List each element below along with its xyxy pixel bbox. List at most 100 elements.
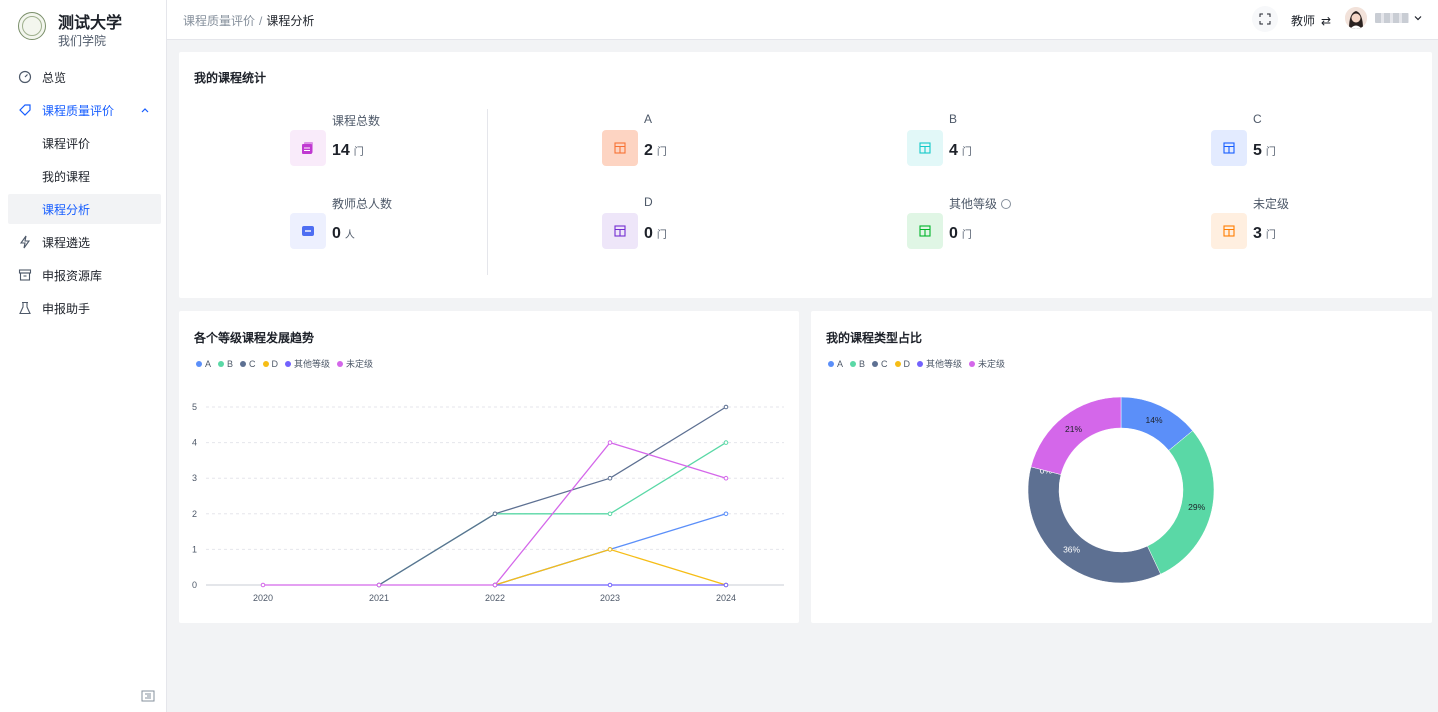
data-point[interactable] xyxy=(723,511,729,517)
y-tick-label: 1 xyxy=(192,544,197,554)
donut-slice[interactable] xyxy=(1030,396,1122,475)
stat-unit: 门 xyxy=(656,230,667,241)
data-point[interactable] xyxy=(723,440,729,445)
trend-chart-card: 各个等级课程发展趋势 A B C D 其他等级 未定级 0 1 2 3 4 5 2020 2021 202… xyxy=(179,311,799,623)
y-tick-label: 4 xyxy=(192,438,197,448)
sidebar-item-label: 申报助手 xyxy=(42,301,91,316)
stat-unit: 门 xyxy=(961,147,972,158)
sidebar-item-overview[interactable]: 总览 xyxy=(8,62,161,92)
data-point[interactable] xyxy=(260,582,266,588)
data-point[interactable] xyxy=(607,547,613,552)
sidebar-item-label: 课程评价 xyxy=(42,136,91,151)
slice-label: 14% xyxy=(1145,415,1162,425)
university-logo xyxy=(18,12,46,40)
sidebar-item-course-evaluation[interactable]: 课程评价 xyxy=(8,128,161,158)
fullscreen-icon xyxy=(1259,13,1271,25)
stack-icon xyxy=(290,130,326,166)
avatar[interactable] xyxy=(1345,7,1367,29)
stat-unit: 门 xyxy=(961,230,972,241)
sidebar-item-label: 我的课程 xyxy=(42,169,91,184)
series-line-2 xyxy=(378,406,727,586)
stat-value: 2门 xyxy=(644,142,667,159)
table-icon xyxy=(1211,130,1247,166)
sidebar-item-label: 课程分析 xyxy=(42,202,91,217)
sidebar-item-course-selection[interactable]: 课程遴选 xyxy=(8,227,161,257)
sidebar-item-course-analysis[interactable]: 课程分析 xyxy=(8,194,161,224)
stat-unit: 人 xyxy=(344,230,355,241)
archive-icon xyxy=(18,269,32,281)
table-icon xyxy=(1211,213,1247,249)
divider xyxy=(487,109,488,275)
collapse-menu-icon[interactable] xyxy=(140,688,156,704)
stat-value: 0人 xyxy=(332,225,355,242)
sidebar-item-resource-library[interactable]: 申报资源库 xyxy=(8,260,161,290)
college-name: 我们学院 xyxy=(58,34,107,48)
y-tick-label: 2 xyxy=(192,509,197,519)
fullscreen-button[interactable] xyxy=(1252,6,1278,32)
course-type-donut-chart: 14%29%36%0%21% xyxy=(1027,396,1215,584)
y-tick-label: 3 xyxy=(192,473,197,483)
card-icon xyxy=(290,213,326,249)
sidebar-item-label: 总览 xyxy=(42,70,67,85)
card-title: 我的课程统计 xyxy=(194,71,267,85)
sidebar-item-course-quality[interactable]: 课程质量评价 xyxy=(8,95,161,125)
dashboard-icon xyxy=(18,70,32,84)
table-icon xyxy=(907,130,943,166)
stat-unit: 门 xyxy=(1265,230,1276,241)
x-tick-label: 2021 xyxy=(369,593,389,603)
stat-label: C xyxy=(1253,112,1262,126)
breadcrumb: 课程质量评价 / 课程分析 xyxy=(183,12,314,29)
data-point[interactable] xyxy=(376,582,382,588)
stat-value: 4门 xyxy=(949,142,972,159)
stat-label: A xyxy=(644,112,653,126)
stat-label: D xyxy=(644,195,653,209)
data-point[interactable] xyxy=(723,475,729,481)
sidebar: 测试大学 我们学院 总览 课程质量评价 课程评价 我的课程 课程分析 课程遴选 … xyxy=(0,0,167,712)
stat-label: 课程总数 xyxy=(332,114,381,128)
sidebar-item-my-courses[interactable]: 我的课程 xyxy=(8,161,161,191)
stat-label: 其他等级 xyxy=(949,195,1012,212)
sidebar-item-application-assistant[interactable]: 申报助手 xyxy=(8,293,161,323)
stat-value: 5门 xyxy=(1253,142,1276,159)
sidebar-item-label: 课程质量评价 xyxy=(42,103,115,118)
slice-label: 29% xyxy=(1188,502,1205,512)
y-tick-label: 0 xyxy=(192,580,197,590)
data-point[interactable] xyxy=(607,440,613,445)
table-icon xyxy=(602,213,638,249)
breadcrumb-separator: / xyxy=(259,14,263,28)
x-tick-label: 2023 xyxy=(600,593,620,603)
breadcrumb-current: 课程分析 xyxy=(266,14,315,28)
experiment-icon xyxy=(19,301,31,315)
data-point[interactable] xyxy=(492,511,498,517)
chevron-down-icon[interactable] xyxy=(1413,13,1423,23)
donut-slice[interactable] xyxy=(1027,466,1161,584)
stat-label: 教师总人数 xyxy=(332,197,393,211)
course-stats-card: 我的课程统计 课程总数 14 门 A 2 门 B 4 门 C 5 门教师总人数 0 人 D 0 门 其他等级 0 门 未… xyxy=(179,52,1432,298)
data-point[interactable] xyxy=(723,404,729,410)
stat-unit: 门 xyxy=(656,147,667,158)
user-name-blurred[interactable] xyxy=(1375,13,1409,23)
stat-label: B xyxy=(949,112,958,126)
switch-icon: ⇄ xyxy=(1321,13,1332,28)
stat-unit: 门 xyxy=(1265,147,1276,158)
stat-value: 3门 xyxy=(1253,225,1276,242)
slice-label: 36% xyxy=(1063,545,1080,555)
sidebar-item-label: 申报资源库 xyxy=(42,268,103,283)
slice-label: 21% xyxy=(1065,424,1082,434)
data-point[interactable] xyxy=(607,582,613,588)
role-switcher[interactable]: 教师 ⇄ xyxy=(1291,12,1331,29)
stat-value: 0门 xyxy=(644,225,667,242)
data-point[interactable] xyxy=(723,582,729,588)
data-point[interactable] xyxy=(607,475,613,481)
y-tick-label: 5 xyxy=(192,402,197,412)
chevron-up-icon xyxy=(141,108,149,113)
stat-unit: 门 xyxy=(353,147,364,158)
data-point[interactable] xyxy=(607,511,613,517)
sidebar-item-label: 课程遴选 xyxy=(42,235,91,250)
info-icon[interactable] xyxy=(1001,199,1012,209)
role-label: 教师 xyxy=(1291,14,1316,28)
stat-value: 0门 xyxy=(949,225,972,242)
breadcrumb-parent[interactable]: 课程质量评价 xyxy=(183,14,255,28)
table-icon xyxy=(907,213,943,249)
data-point[interactable] xyxy=(492,582,498,588)
